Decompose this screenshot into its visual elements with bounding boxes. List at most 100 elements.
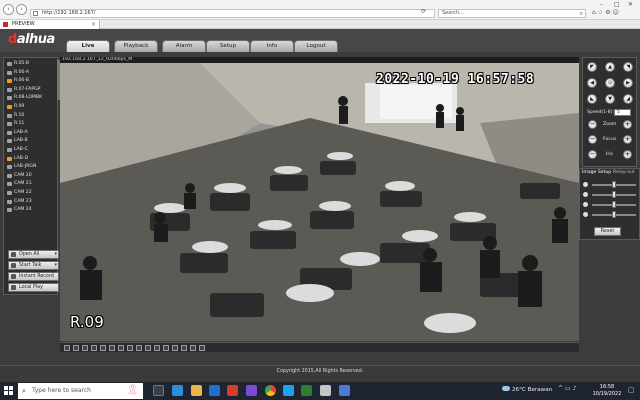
- channel-item[interactable]: R.06-A: [6, 69, 56, 78]
- video-toolbar-button[interactable]: [82, 345, 88, 351]
- address-bar[interactable]: http://192.168.2.167/: [30, 9, 435, 18]
- video-toolbar-button[interactable]: [100, 345, 106, 351]
- channel-item[interactable]: R.06-B: [6, 77, 56, 86]
- app-icon-purple[interactable]: [246, 385, 257, 396]
- channel-item[interactable]: LAB-A: [6, 129, 56, 138]
- channel-item[interactable]: R.10: [6, 112, 56, 121]
- channel-item[interactable]: LAB-JRGN: [6, 163, 56, 172]
- local-play-button[interactable]: Local Play: [8, 283, 59, 292]
- ptz-up-right-icon[interactable]: ◥: [623, 62, 633, 72]
- tab-logout[interactable]: Logout: [294, 40, 338, 52]
- video-toolbar-button[interactable]: [199, 345, 205, 351]
- focus-plus-button[interactable]: +: [623, 135, 632, 144]
- tab-close-icon[interactable]: ×: [91, 20, 96, 29]
- file-explorer-icon[interactable]: [191, 385, 202, 396]
- channel-item[interactable]: R.09: [6, 103, 56, 112]
- video-toolbar-button[interactable]: [136, 345, 142, 351]
- system-tray-icons[interactable]: ^▭♪: [558, 385, 579, 392]
- focus-minus-button[interactable]: −: [588, 135, 597, 144]
- app-icon-blue[interactable]: [339, 385, 350, 396]
- channel-item[interactable]: R.08-LOMBK: [6, 94, 56, 103]
- video-toolbar-button[interactable]: [163, 345, 169, 351]
- start-talk-button[interactable]: Start Talk ▾: [8, 261, 59, 270]
- tab-relay-out[interactable]: Relay-out: [613, 170, 635, 175]
- channel-item[interactable]: CAM 22: [6, 189, 56, 198]
- tab-setup[interactable]: Setup: [206, 40, 250, 52]
- mail-icon[interactable]: [209, 385, 220, 396]
- back-button[interactable]: ‹: [3, 4, 14, 15]
- video-toolbar-button[interactable]: [190, 345, 196, 351]
- open-all-button[interactable]: Open All ▾: [8, 250, 59, 259]
- windows-start-icon[interactable]: [4, 386, 14, 396]
- taskbar-clock[interactable]: 16:58 10/19/2022: [592, 384, 622, 398]
- chrome-icon[interactable]: [265, 385, 276, 396]
- saturation-slider[interactable]: [583, 211, 637, 219]
- close-window-icon[interactable]: ✕: [628, 1, 633, 8]
- video-toolbar-button[interactable]: [181, 345, 187, 351]
- channel-item[interactable]: CAM 21: [6, 180, 56, 189]
- forward-button[interactable]: ›: [16, 4, 27, 15]
- browser-toolbar-icons[interactable]: ⌂☆⚙☺: [592, 9, 621, 16]
- channel-item[interactable]: CAM 24: [6, 206, 56, 215]
- zoom-in-button[interactable]: +: [623, 120, 632, 129]
- browser-search-input[interactable]: Search... ⌕: [438, 9, 586, 18]
- channel-item[interactable]: R.05-B: [6, 60, 56, 69]
- zoom-out-button[interactable]: −: [588, 120, 597, 129]
- channel-item[interactable]: CAM 20: [6, 172, 56, 181]
- video-toolbar-button[interactable]: [172, 345, 178, 351]
- tab-alarm[interactable]: Alarm: [162, 40, 206, 52]
- task-view-icon[interactable]: [153, 385, 164, 396]
- instant-record-button[interactable]: Instant Record: [8, 272, 59, 281]
- chevron-down-icon[interactable]: ▾: [54, 251, 57, 258]
- video-toolbar-button[interactable]: [118, 345, 124, 351]
- slider-thumb[interactable]: [612, 191, 616, 198]
- refresh-icon[interactable]: ⟳: [421, 8, 426, 15]
- iris-minus-button[interactable]: −: [588, 150, 597, 159]
- channel-item[interactable]: LAB-D: [6, 155, 56, 164]
- ptz-down-left-icon[interactable]: ◣: [587, 94, 597, 104]
- brightness-slider[interactable]: [583, 181, 637, 189]
- channel-item[interactable]: CAM 23: [6, 198, 56, 207]
- minimize-icon[interactable]: –: [600, 1, 603, 8]
- iris-plus-button[interactable]: +: [623, 150, 632, 159]
- video-toolbar-button[interactable]: [64, 345, 70, 351]
- live-video-view[interactable]: 192.168.2.167_12_9206bps_M 2022-10-19 16…: [60, 57, 579, 341]
- hue-slider[interactable]: [583, 201, 637, 209]
- reset-button[interactable]: Reset: [594, 227, 621, 236]
- ptz-speed-select[interactable]: 5: [614, 109, 631, 116]
- ptz-right-icon[interactable]: ▶: [623, 78, 633, 88]
- notification-icon[interactable]: ▢: [628, 386, 635, 394]
- ptz-center-icon[interactable]: ⊙: [605, 78, 615, 88]
- ptz-down-right-icon[interactable]: ◢: [623, 94, 633, 104]
- tab-live[interactable]: Live: [66, 40, 110, 52]
- browser-tab-preview[interactable]: PREVIEW ×: [0, 20, 100, 29]
- video-toolbar-button[interactable]: [154, 345, 160, 351]
- channel-item[interactable]: LAB-C: [6, 146, 56, 155]
- edge-icon[interactable]: [172, 385, 183, 396]
- app-icon-green[interactable]: [301, 385, 312, 396]
- ptz-down-icon[interactable]: ▼: [605, 94, 615, 104]
- video-toolbar-button[interactable]: [127, 345, 133, 351]
- video-toolbar-button[interactable]: [109, 345, 115, 351]
- tab-playback[interactable]: Playback: [114, 40, 158, 52]
- channel-item[interactable]: R.11: [6, 120, 56, 129]
- taskbar-search-input[interactable]: ⌕ Type here to search: [18, 383, 143, 399]
- channel-item[interactable]: LAB-B: [6, 137, 56, 146]
- internet-explorer-icon[interactable]: [283, 385, 294, 396]
- ptz-up-left-icon[interactable]: ◤: [587, 62, 597, 72]
- video-toolbar-button[interactable]: [91, 345, 97, 351]
- app-icon-gray[interactable]: [320, 385, 331, 396]
- tab-info[interactable]: Info: [250, 40, 294, 52]
- slider-thumb[interactable]: [612, 211, 616, 218]
- maximize-icon[interactable]: □: [614, 1, 620, 8]
- video-toolbar-button[interactable]: [145, 345, 151, 351]
- contrast-slider[interactable]: [583, 191, 637, 199]
- app-icon-red[interactable]: [227, 385, 238, 396]
- ptz-up-icon[interactable]: ▲: [605, 62, 615, 72]
- weather-widget[interactable]: 26°C Berawan: [502, 386, 552, 393]
- slider-thumb[interactable]: [612, 201, 616, 208]
- channel-item[interactable]: R.07-FAPGP: [6, 86, 56, 95]
- slider-thumb[interactable]: [612, 181, 616, 188]
- ptz-left-icon[interactable]: ◀: [587, 78, 597, 88]
- video-toolbar-button[interactable]: [73, 345, 79, 351]
